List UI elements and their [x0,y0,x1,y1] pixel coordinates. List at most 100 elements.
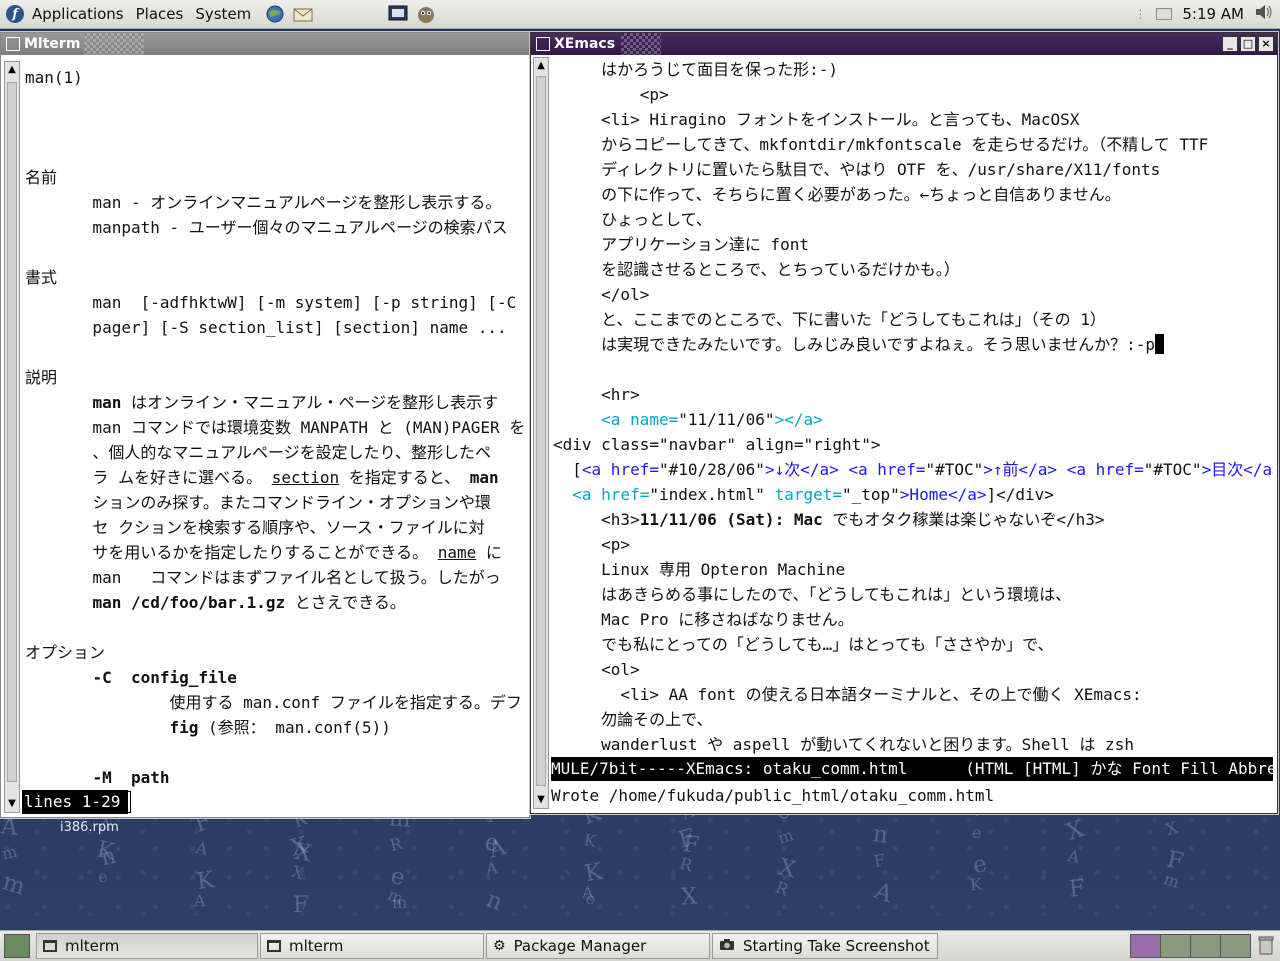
terminal-line: 書式 [25,265,527,290]
close-button[interactable]: × [1258,36,1274,52]
terminal-text: とさえできる。 [285,593,406,612]
buffer-text: <ol> [553,660,640,679]
menu-places[interactable]: Places [136,5,194,23]
xemacs-titlebar[interactable]: XEmacs _ □ × [531,33,1277,55]
buffer-line: <li> Hiragino フォントをインストール。と言っても、MacOSX [553,107,1273,132]
clock[interactable]: 5:19 AM [1182,5,1244,23]
wallpaper-letter: K [195,866,216,896]
taskbar-item-package-manager[interactable]: ⚙ Package Manager [486,933,710,959]
terminal-line: fig (参照： man.conf(5)) [25,715,527,740]
terminal-line: 説明 [25,365,527,390]
workspace-switcher[interactable] [1130,934,1251,958]
trash-icon[interactable] [1258,935,1274,960]
scroll-down-arrow-icon[interactable]: ▼ [535,794,547,806]
scrollbar-thumb[interactable] [536,76,546,786]
wallpaper-letter: X [680,883,699,911]
buffer-text: >目次</a> [1201,460,1273,479]
terminal-line: セ クションを検索する順序や、ソース・ファイルに対 [25,515,527,540]
terminal-launcher-icon[interactable] [387,3,409,25]
notification-area-icon[interactable] [1156,8,1173,20]
web-browser-launcher-icon[interactable] [264,3,286,25]
buffer-text: ]</div> [986,485,1054,504]
xemacs-window[interactable]: XEmacs _ □ × ▲ ▼ はかろうじて面目を保った形:-) <p> <l… [530,32,1278,814]
menu-system[interactable]: System [195,5,261,23]
buffer-line: はかろうじて面目を保った形:-) [553,57,1273,82]
window-menu-button[interactable] [536,37,550,51]
terminal-text: 使用する man.conf ファイルを指定する。デフ [25,693,522,712]
terminal-text: はオンライン・マニュアル・ページを整形し表示す [121,393,499,412]
wallpaper-letter: m [391,892,408,913]
mlterm-scrollbar[interactable]: ▲ ▼ [4,61,20,813]
buffer-text: と、ここまでのところで、下に書いた「どうしてもこれは」（その 1） [553,310,1106,329]
taskbar-item-take-screenshot[interactable]: Starting Take Screenshot [712,933,938,959]
wallpaper-letter: X [1063,816,1087,846]
terminal-text: を指定すると、 [339,468,470,487]
wallpaper-letter: K [582,858,605,888]
buffer-line: Mac Pro に移さねばなりません。 [553,607,1273,632]
window-menu-button[interactable] [6,37,20,51]
terminal-line: man(1) [25,65,527,90]
xemacs-scrollbar[interactable]: ▲ ▼ [533,57,549,809]
terminal-text: name [437,543,477,562]
terminal-text: section [271,468,340,487]
buffer-line: でも私にとっての「どうしても…」はとっても「ささやか」で、 [553,632,1273,657]
scrollbar-thumb[interactable] [7,82,17,782]
fedora-logo-icon[interactable]: f [6,5,24,23]
taskbar-item-mlterm[interactable]: mlterm [36,933,258,959]
buffer-text: はかろうじて面目を保った形:-) [553,60,839,79]
wallpaper-letter: F [872,850,887,871]
gimp-launcher-icon[interactable] [415,3,437,25]
wallpaper-letter: F [681,831,701,859]
package-icon: ⚙ [493,938,506,954]
scroll-up-arrow-icon[interactable]: ▲ [6,64,18,76]
terminal-text: man [-adfhktwW] [-m system] [-p string] … [25,293,527,312]
workspace-1[interactable] [1131,935,1161,957]
terminal-text: 名前 [25,168,58,187]
mlterm-titlebar[interactable]: Mlterm [1,33,529,55]
terminal-line: サを用いるかを指定したりすることができる。 name に [25,540,527,565]
buffer-line: を認識させるところで、とちっているだけかも。） [553,257,1273,282]
terminal-text: man(1) [25,68,83,87]
buffer-text [1057,460,1067,479]
terminal-line: man コマンドはまずファイル名として扱う。したがっ [25,565,527,590]
buffer-text: <a href= [848,460,926,479]
buffer-line: <a href="index.html" target="_top">Home<… [553,482,1273,507]
wallpaper-letter: A [871,877,896,909]
workspace-2[interactable] [1161,935,1191,957]
terminal-text-area[interactable]: man(1) 名前 man - オンラインマニュアルページを整形し表示する。 m… [25,65,527,815]
editor-buffer[interactable]: はかろうじて面目を保った形:-) <p> <li> Hiragino フォントを… [553,57,1273,757]
buffer-text: ディレクトリに置いたら駄目で、やはり OTF を、/usr/share/X11/… [553,160,1161,179]
menu-applications[interactable]: Applications [32,5,134,23]
terminal-line: man はオンライン・マニュアル・ページを整形し表示す [25,390,527,415]
taskbar-item-mlterm-2[interactable]: mlterm [260,933,484,959]
terminal-line: man /cd/foo/bar.1.gz とさえできる。 [25,590,527,615]
taskbar-label: mlterm [65,937,120,955]
buffer-text: <hr> [553,385,640,404]
email-launcher-icon[interactable] [292,3,314,25]
maximize-button[interactable]: □ [1240,36,1256,52]
show-desktop-button[interactable] [4,934,30,958]
desktop-file-label[interactable]: i386.rpm [60,820,119,835]
buffer-text: からコピーしてきて、mkfontdir/mkfontscale を走らせるだけ。… [553,135,1209,154]
volume-icon[interactable] [1254,3,1274,25]
buffer-text: "11/11/06" [678,410,775,429]
terminal-line: 名前 [25,165,527,190]
workspace-3[interactable] [1191,935,1221,957]
mlterm-window[interactable]: Mlterm ▲ ▼ man(1) 名前 man - オンラインマニュアルページ… [0,32,530,818]
buffer-text: <h3> [553,510,640,529]
workspace-4[interactable] [1221,935,1250,957]
modeline: MULE/7bit-----XEmacs: otaku_comm.html (H… [551,757,1273,781]
terminal-text: man コマンドでは環境変数 MANPATH と (MAN)PAGER を [25,418,526,437]
minimize-button[interactable]: _ [1222,36,1238,52]
text-cursor [1155,334,1165,354]
wallpaper-letter: A [1066,845,1082,868]
scroll-down-arrow-icon[interactable]: ▼ [6,798,18,810]
buffer-text: Mac Pro に移さねばなりません。 [553,610,854,629]
scroll-up-arrow-icon[interactable]: ▲ [535,60,547,72]
echo-area[interactable]: Wrote /home/fukuda/public_html/otaku_com… [551,783,1273,809]
